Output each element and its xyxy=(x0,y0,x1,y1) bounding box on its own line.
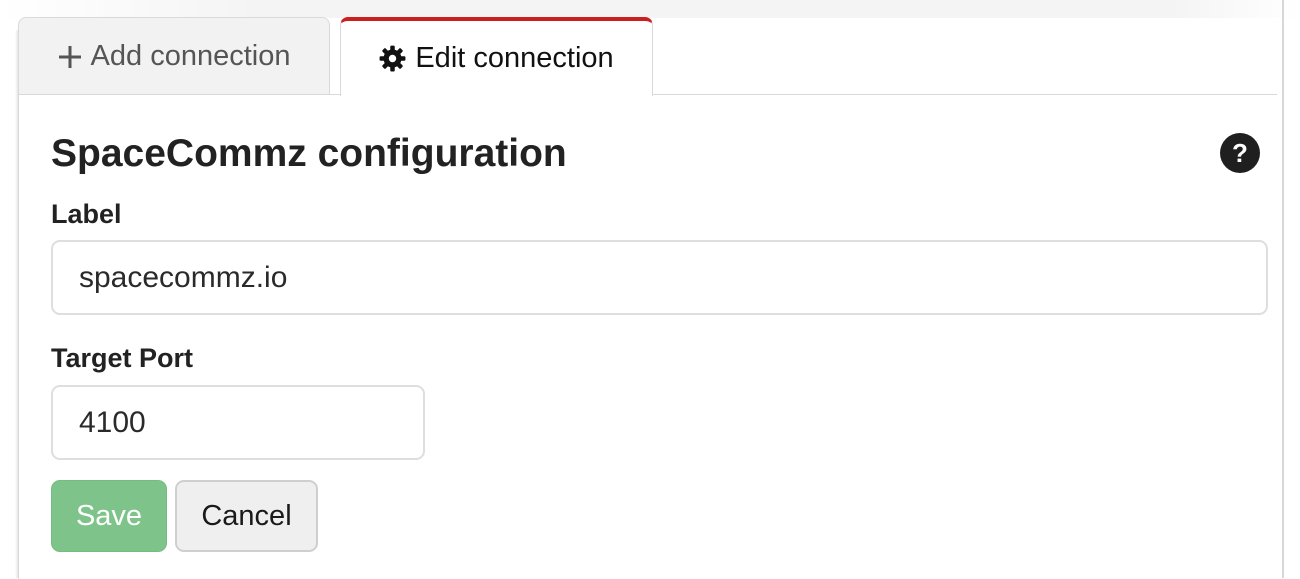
help-glyph: ? xyxy=(1232,137,1248,168)
help-icon[interactable]: ? xyxy=(1220,133,1260,173)
page-title: SpaceCommz configuration xyxy=(51,132,567,175)
target-port-input[interactable] xyxy=(51,385,425,460)
window-top-edge xyxy=(0,0,1300,18)
save-button[interactable]: Save xyxy=(51,480,167,552)
tab-add-connection[interactable]: Add connection xyxy=(18,17,330,95)
label-field-label: Label xyxy=(51,199,122,229)
plus-icon xyxy=(58,45,82,69)
target-port-label: Target Port xyxy=(51,343,194,373)
label-input[interactable] xyxy=(51,240,1268,315)
cancel-button[interactable]: Cancel xyxy=(175,480,318,552)
gear-icon xyxy=(379,45,406,72)
tab-add-connection-label: Add connection xyxy=(90,40,291,72)
tab-edit-connection[interactable]: Edit connection xyxy=(340,17,653,96)
tab-edit-connection-label: Edit connection xyxy=(415,42,614,74)
window-right-edge xyxy=(1282,0,1284,578)
